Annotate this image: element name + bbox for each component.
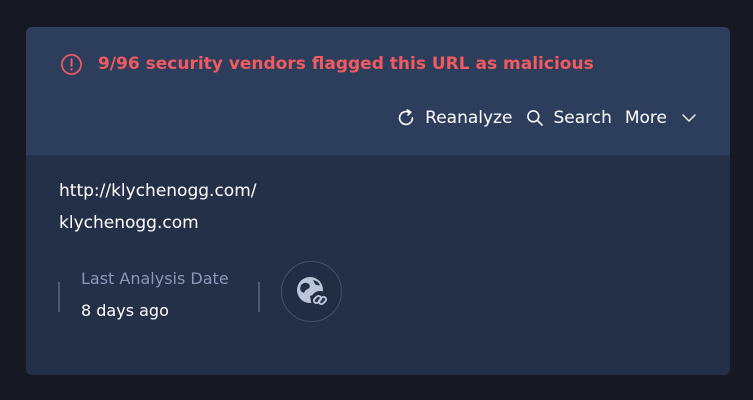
last-analysis-value: 8 days ago	[81, 301, 169, 320]
alert-circle-icon	[60, 53, 83, 76]
chevron-down-icon	[680, 109, 698, 127]
refresh-icon	[395, 107, 417, 129]
action-toolbar: Reanalyze Search More	[395, 105, 698, 131]
divider	[258, 282, 260, 312]
url-report-card: 9/96 security vendors flagged this URL a…	[26, 27, 730, 375]
url-type-badge	[281, 261, 342, 322]
search-icon	[525, 108, 545, 128]
scanned-domain: klychenogg.com	[59, 213, 199, 233]
search-button[interactable]: Search	[525, 108, 612, 128]
reanalyze-button[interactable]: Reanalyze	[395, 107, 512, 129]
reanalyze-label: Reanalyze	[425, 108, 513, 128]
search-label: Search	[553, 108, 612, 128]
detection-alert: 9/96 security vendors flagged this URL a…	[60, 51, 594, 77]
globe-link-icon	[297, 277, 329, 309]
detection-alert-text: 9/96 security vendors flagged this URL a…	[98, 54, 594, 74]
more-label: More	[624, 108, 667, 128]
card-header: 9/96 security vendors flagged this URL a…	[26, 27, 730, 155]
more-dropdown[interactable]: More	[625, 108, 698, 128]
divider	[58, 282, 60, 312]
scanned-url: http://klychenogg.com/	[59, 181, 257, 201]
last-analysis-label: Last Analysis Date	[81, 269, 229, 288]
